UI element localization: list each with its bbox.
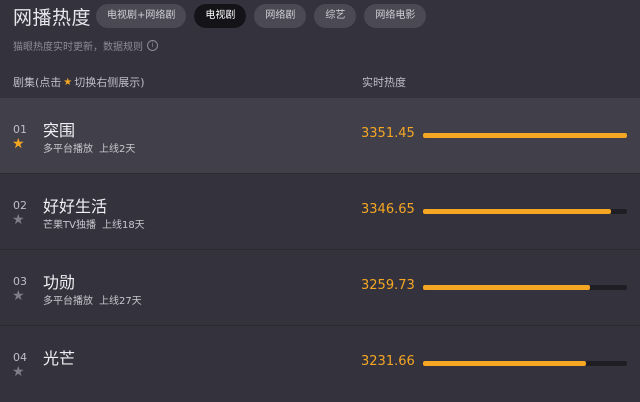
heat-bar <box>423 133 627 138</box>
star-icon[interactable]: ★ <box>12 213 25 227</box>
tab-tv-series[interactable]: 电视剧 <box>194 4 247 28</box>
series-meta: 芒果TV独播 上线18天 <box>43 216 145 231</box>
series-meta: 多平台播放 上线2天 <box>43 140 135 155</box>
table-row[interactable]: 04 ★ 光芒 3231.66 <box>0 326 640 402</box>
tab-tv-and-web-series[interactable]: 电视剧+网络剧 <box>96 4 187 28</box>
online-days-text: 上线2天 <box>99 144 136 155</box>
tab-web-movie[interactable]: 网络电影 <box>364 4 427 28</box>
category-tabs: 电视剧+网络剧 电视剧 网络剧 综艺 网络电影 <box>96 4 427 28</box>
rank-number: 01 <box>13 123 27 136</box>
tab-web-series[interactable]: 网络剧 <box>254 4 307 28</box>
heat-bar-fill <box>423 133 627 138</box>
series-name: 好好生活 <box>43 197 108 216</box>
rank-number: 02 <box>13 199 27 212</box>
table-row[interactable]: 01 ★ 突围 多平台播放 上线2天 3351.45 <box>0 98 640 174</box>
heat-bar-fill <box>423 285 591 290</box>
tab-variety[interactable]: 综艺 <box>314 4 357 28</box>
series-name: 光芒 <box>43 349 76 368</box>
heat-score: 3351.45 <box>361 126 415 141</box>
star-icon[interactable]: ★ <box>12 365 25 379</box>
heat-bar <box>423 361 627 366</box>
header: 网播热度 电视剧+网络剧 电视剧 网络剧 综艺 网络电影 <box>0 0 640 30</box>
heat-bar-fill <box>423 209 611 214</box>
column-header-suffix: 切换右侧展示) <box>74 76 145 89</box>
table-row[interactable]: 02 ★ 好好生活 芒果TV独播 上线18天 3346.65 <box>0 174 640 250</box>
star-icon[interactable]: ★ <box>12 289 25 303</box>
column-header-heat: 实时热度 <box>362 76 406 89</box>
heat-score: 3231.66 <box>361 354 415 369</box>
series-meta: 多平台播放 上线27天 <box>43 292 142 307</box>
rank-number: 04 <box>13 351 27 364</box>
column-header-prefix: 剧集(点击 <box>13 76 62 89</box>
platform-text: 芒果TV独播 <box>43 220 96 231</box>
star-icon[interactable]: ★ <box>12 137 25 151</box>
heat-score: 3259.73 <box>361 278 415 293</box>
notice-text: 猫眼热度实时更新，数据规则 <box>13 42 143 53</box>
online-days-text: 上线18天 <box>101 220 145 231</box>
rank-number: 03 <box>13 275 27 288</box>
series-name: 突围 <box>43 121 76 140</box>
info-icon[interactable]: i <box>147 40 158 51</box>
column-header-series: 剧集(点击 ★ 切换右侧展示) <box>13 74 145 90</box>
heat-score: 3346.65 <box>361 202 415 217</box>
heat-bar-fill <box>423 361 587 366</box>
platform-text: 多平台播放 <box>43 296 93 307</box>
heat-bar <box>423 285 627 290</box>
table-row[interactable]: 03 ★ 功勋 多平台播放 上线27天 3259.73 <box>0 250 640 326</box>
online-days-text: 上线27天 <box>99 296 142 307</box>
series-name: 功勋 <box>43 273 76 292</box>
heat-bar <box>423 209 627 214</box>
platform-text: 多平台播放 <box>43 144 93 155</box>
update-notice: 猫眼热度实时更新，数据规则 i <box>13 38 158 53</box>
star-icon: ★ <box>63 76 73 88</box>
page-title: 网播热度 <box>13 7 92 29</box>
